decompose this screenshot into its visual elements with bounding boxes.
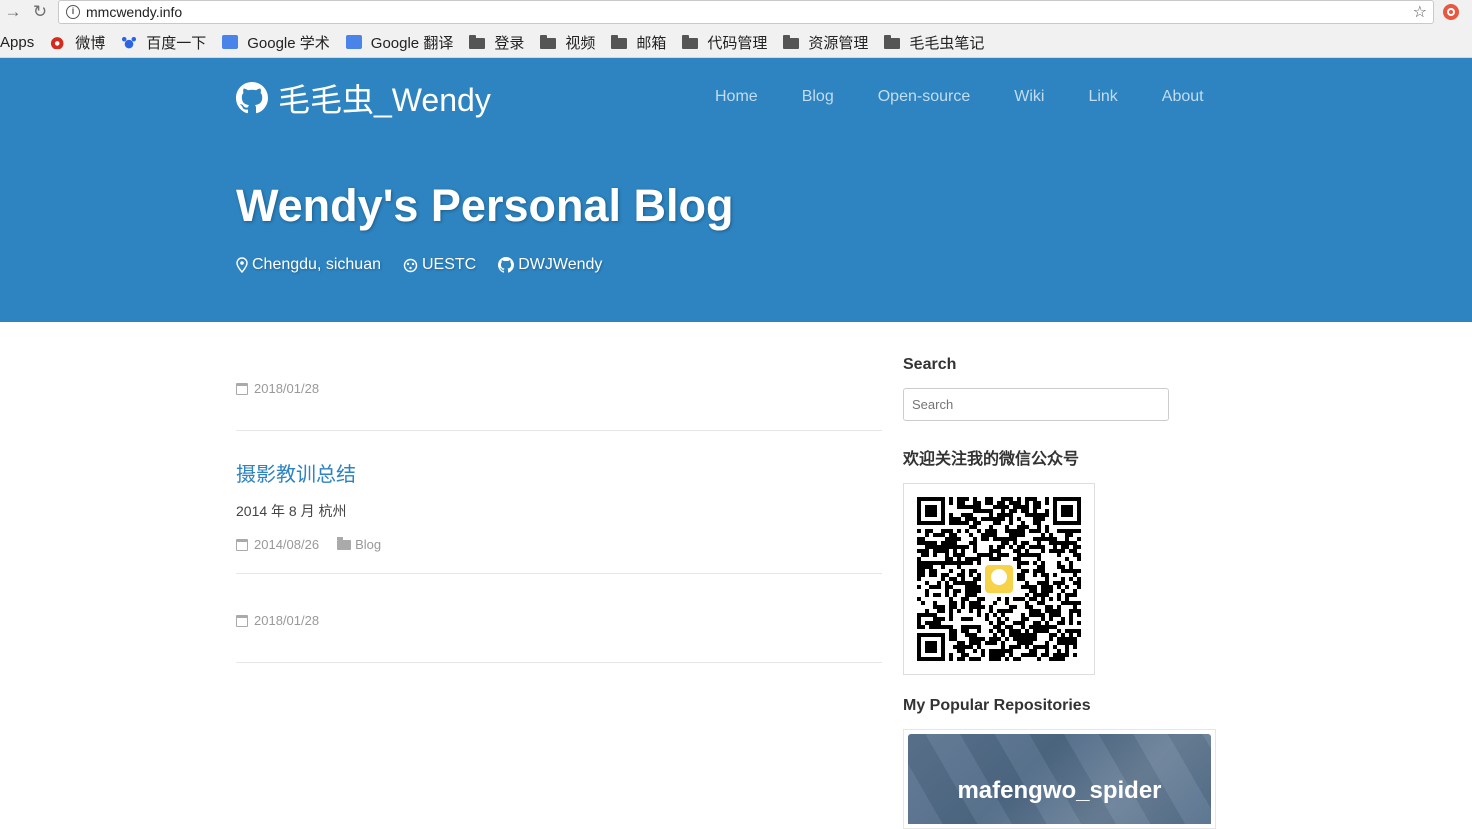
main-nav: Home Blog Open-source Wiki Link About — [715, 88, 1204, 106]
folder-icon — [337, 536, 352, 550]
folder-icon — [540, 34, 557, 49]
post-date: 2018/01/28 — [254, 381, 320, 396]
bookmarks-bar: Apps 微博 百度一下 Google 学术 Google 翻译 登录 视频 邮… — [0, 30, 1000, 54]
address-bar[interactable]: i mmcwendy.info ☆ — [58, 0, 1434, 24]
bookmark-label: Apps — [0, 33, 35, 51]
organization-text: UESTC — [421, 256, 477, 273]
url-text: mmcwendy.info — [86, 4, 183, 20]
bookmark-folder-notes[interactable]: 毛毛虫笔记 — [884, 32, 984, 53]
bookmark-label: 邮箱 — [636, 34, 667, 52]
post-date: 2014/08/26 — [254, 537, 320, 552]
bookmark-label: 微博 — [75, 34, 106, 52]
bookmark-apps[interactable]: Apps — [0, 34, 34, 51]
bookmark-label: 资源管理 — [808, 34, 869, 52]
post-item: 2018/01/28 — [236, 613, 882, 663]
calendar-icon — [236, 382, 248, 395]
nav-blog[interactable]: Blog — [802, 88, 834, 106]
site-brand[interactable]: 毛毛虫_Wendy — [236, 75, 491, 121]
folder-icon — [884, 34, 901, 49]
bookmark-label: 登录 — [494, 34, 525, 52]
bookmark-folder-mail[interactable]: 邮箱 — [611, 32, 666, 53]
wechat-heading: 欢迎关注我的微信公众号 — [903, 451, 1080, 468]
post-meta: 2018/01/28 — [236, 613, 882, 628]
browser-chrome: → ↻ i mmcwendy.info ☆ Apps 微博 百度一下 Googl… — [0, 0, 1472, 58]
page-title: Wendy's Personal Blog — [236, 180, 734, 231]
post-meta: 2018/01/28 — [236, 381, 882, 396]
weibo-icon — [50, 35, 67, 49]
repos-heading: My Popular Repositories — [903, 697, 1091, 714]
post-title[interactable]: 摄影教训总结 — [236, 458, 882, 487]
post-meta: 2014/08/26 Blog — [236, 536, 882, 552]
bookmark-folder-resources[interactable]: 资源管理 — [783, 32, 868, 53]
bookmark-google-scholar[interactable]: Google 学术 — [222, 32, 330, 53]
repo-banner: mafengwo_spider — [908, 734, 1211, 824]
post-excerpt: 2014 年 8 月 杭州 — [236, 503, 347, 519]
google-translate-icon — [345, 35, 362, 49]
calendar-icon — [236, 538, 248, 551]
map-pin-icon — [236, 257, 248, 273]
nav-wiki[interactable]: Wiki — [1014, 88, 1044, 106]
github-icon — [236, 82, 268, 114]
folder-icon — [783, 34, 800, 49]
calendar-icon — [236, 614, 248, 627]
repo-card[interactable]: mafengwo_spider — [903, 729, 1216, 829]
brand-name: 毛毛虫_Wendy — [278, 82, 491, 118]
search-heading: Search — [903, 356, 957, 373]
star-icon[interactable]: ☆ — [1413, 2, 1427, 22]
bookmark-folder-login[interactable]: 登录 — [469, 32, 524, 53]
reload-icon[interactable]: ↻ — [29, 1, 51, 23]
github-username: DWJWendy — [518, 256, 603, 273]
profile-meta: Chengdu, sichuan UESTC DWJWendy — [236, 256, 624, 274]
site-header: 毛毛虫_Wendy Home Blog Open-source Wiki Lin… — [0, 58, 1472, 322]
repo-name: mafengwo_spider — [957, 777, 1162, 804]
post-category[interactable]: Blog — [355, 537, 381, 552]
post-date: 2018/01/28 — [254, 613, 320, 628]
location-text: Chengdu, sichuan — [252, 256, 381, 273]
baidu-icon — [121, 35, 138, 49]
bookmark-label: Google 翻译 — [370, 34, 454, 52]
bookmark-label: 视频 — [565, 34, 596, 52]
nav-link[interactable]: Link — [1088, 88, 1117, 106]
extension-icon[interactable] — [1443, 4, 1459, 20]
search-input[interactable] — [903, 388, 1169, 421]
wechat-qr-code — [903, 483, 1095, 675]
bookmark-weibo[interactable]: 微博 — [50, 32, 105, 53]
location: Chengdu, sichuan — [236, 256, 381, 274]
folder-icon — [682, 34, 699, 49]
folder-icon — [469, 34, 486, 49]
info-icon[interactable]: i — [66, 5, 80, 19]
bookmark-label: 代码管理 — [707, 34, 768, 52]
sidebar: Search 欢迎关注我的微信公众号 My Popular Repositori… — [903, 356, 1216, 829]
bookmark-label: Google 学术 — [247, 34, 330, 52]
bookmark-label: 毛毛虫笔记 — [909, 34, 985, 52]
bookmark-baidu[interactable]: 百度一下 — [121, 32, 206, 53]
github-profile[interactable]: DWJWendy — [498, 256, 602, 274]
nav-home[interactable]: Home — [715, 88, 758, 106]
organization: UESTC — [403, 256, 476, 274]
nav-about[interactable]: About — [1162, 88, 1204, 106]
organization-icon — [403, 258, 418, 272]
post-item: 摄影教训总结 2014 年 8 月 杭州 2014/08/26 Blog — [236, 458, 882, 574]
forward-icon[interactable]: → — [2, 1, 24, 23]
nav-open-source[interactable]: Open-source — [878, 88, 971, 106]
bookmark-folder-video[interactable]: 视频 — [540, 32, 595, 53]
github-icon — [498, 257, 515, 273]
google-scholar-icon — [222, 35, 239, 49]
bookmark-folder-code[interactable]: 代码管理 — [682, 32, 767, 53]
bookmark-label: 百度一下 — [146, 34, 207, 52]
post-item: 2018/01/28 — [236, 381, 882, 431]
folder-icon — [611, 34, 628, 49]
bookmark-google-translate[interactable]: Google 翻译 — [345, 32, 454, 53]
qr-code-image — [917, 497, 1081, 661]
